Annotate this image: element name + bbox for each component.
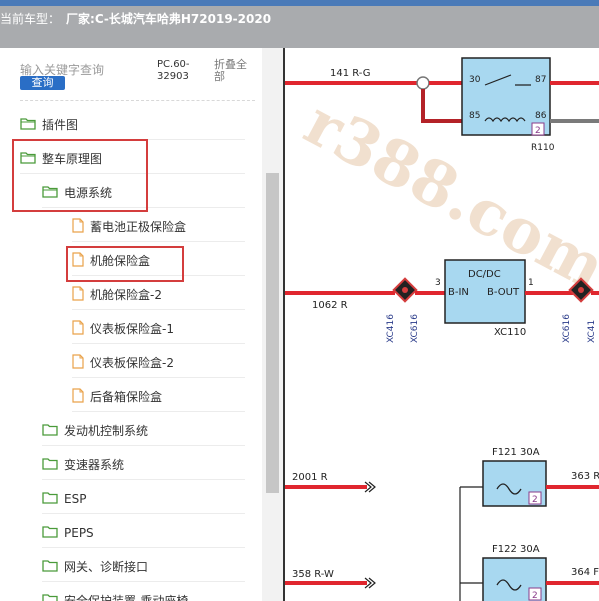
scroll-thumb[interactable]	[266, 173, 279, 493]
tree-item-peps[interactable]: PEPS	[42, 518, 245, 548]
tree-item-engine-control[interactable]: 发动机控制系统	[42, 416, 245, 446]
tree-item-label: ESP	[64, 491, 87, 506]
folder-open-icon	[20, 117, 36, 133]
tree-item-label: 插件图	[42, 118, 79, 132]
tree-item-power-system[interactable]: 电源系统	[42, 178, 245, 208]
relay-pin-85: 85	[469, 111, 480, 121]
query-button[interactable]: 查询	[20, 76, 65, 90]
tree-item-label: 安全保护装置-乘动座椅	[64, 594, 189, 601]
tree-item-battery-fuse-box[interactable]: 蓄电池正极保险盒	[72, 212, 245, 242]
relay-name: R110	[531, 143, 555, 153]
sidebar-scrollbar[interactable]	[262, 48, 283, 601]
tree-item-plugin[interactable]: 插件图	[20, 110, 245, 140]
wire-f1-in-label: 2001 R	[292, 472, 328, 483]
wire-f2-out-label: 364 F	[571, 567, 599, 578]
file-icon	[72, 285, 84, 304]
fuse2-badge-text: 2	[532, 591, 538, 601]
tree-item-label: 仪表板保险盒-2	[90, 356, 174, 370]
file-icon	[72, 251, 84, 270]
tree-item-label: 机舱保险盒	[90, 254, 151, 268]
relay-badge-text: 2	[535, 126, 541, 136]
fuse1-label: F121 30A	[492, 447, 540, 458]
wire-relay-85	[421, 89, 463, 123]
folder-icon	[42, 525, 58, 541]
folder-icon	[42, 593, 58, 601]
window-strip	[0, 0, 599, 6]
dcdc-pin-out: 1	[528, 278, 534, 288]
tree-item-safety[interactable]: 安全保护装置-乘动座椅	[42, 586, 245, 601]
connector-right-dot	[578, 287, 584, 293]
wiring-diagram: r388.com 141 R-G 30 87 85 86 2 R110 1062…	[285, 57, 599, 601]
tree-item-label: 仪表板保险盒-1	[90, 322, 174, 336]
search-divider	[20, 100, 255, 101]
relay-pin-87: 87	[535, 75, 546, 85]
pc-label: PC.60-32903	[157, 59, 190, 82]
dcdc-title: DC/DC	[468, 269, 501, 280]
file-icon	[72, 387, 84, 406]
tree-item-label: 整车原理图	[42, 152, 103, 166]
tree-item-full-schematic[interactable]: 整车原理图	[20, 144, 245, 174]
folder-icon	[42, 491, 58, 507]
folder-open-icon	[20, 151, 36, 167]
file-icon	[72, 217, 84, 236]
tree-item-label: 电源系统	[64, 186, 113, 200]
tree-item-dash-fuse-box-1[interactable]: 仪表板保险盒-1	[72, 314, 245, 344]
tree-item-gateway[interactable]: 网关、诊断接口	[42, 552, 245, 582]
folder-icon	[42, 457, 58, 473]
dcdc-in: B-IN	[448, 287, 469, 298]
wire-f1-out-label: 363 R	[571, 471, 599, 482]
tree-item-label: 变速器系统	[64, 458, 125, 472]
conn-right-a: XC616	[562, 314, 572, 343]
fuse1-badge-text: 2	[532, 495, 538, 505]
conn-left-b: XC616	[410, 314, 420, 343]
folder-icon	[42, 423, 58, 439]
relay-pin-30: 30	[469, 75, 481, 85]
folder-open-icon	[42, 185, 58, 201]
tree-item-label: 网关、诊断接口	[64, 560, 149, 574]
vehicle-label: 当前车型：	[0, 12, 61, 26]
dcdc-pin-in: 3	[435, 278, 441, 288]
vehicle-title: 当前车型： 厂家:C-长城汽车哈弗H72019-2020	[0, 10, 271, 27]
tree-item-esp[interactable]: ESP	[42, 484, 245, 514]
dcdc-name: XC110	[494, 327, 526, 338]
tree-item-engine-fuse-box-2[interactable]: 机舱保险盒-2	[72, 280, 245, 310]
tree-item-label: PEPS	[64, 525, 94, 540]
tree-item-label: 发动机控制系统	[64, 424, 149, 438]
diagram-view[interactable]: r388.com 141 R-G 30 87 85 86 2 R110 1062…	[285, 48, 599, 601]
relay-pin-86: 86	[535, 111, 547, 121]
wire-mid-label: 1062 R	[312, 300, 348, 311]
wire-top-label: 141 R-G	[330, 68, 371, 79]
tree-item-label: 机舱保险盒-2	[90, 288, 162, 302]
tree-item-transmission[interactable]: 变速器系统	[42, 450, 245, 480]
sidebar: 输入关键字查询 查询 PC.60-32903 折叠全部 插件图 整车原理图 电源…	[0, 48, 283, 601]
fold-all-button[interactable]: 折叠全部	[214, 59, 254, 83]
wire-f2-in-label: 358 R-W	[292, 569, 334, 580]
search-row: 输入关键字查询 查询 PC.60-32903 折叠全部	[0, 48, 283, 98]
fuse2-label: F122 30A	[492, 544, 540, 555]
tree-item-trunk-fuse-box[interactable]: 后备箱保险盒	[72, 382, 245, 412]
folder-icon	[42, 559, 58, 575]
junction-dot	[416, 76, 430, 90]
dcdc-out: B-OUT	[487, 287, 520, 298]
tree-item-engine-fuse-box[interactable]: 机舱保险盒	[72, 246, 245, 276]
conn-left-a: XC416	[386, 314, 396, 343]
file-icon	[72, 353, 84, 372]
tree-item-label: 后备箱保险盒	[90, 390, 163, 404]
connector-left-dot	[402, 287, 408, 293]
conn-right-b: XC41	[587, 320, 597, 343]
file-icon	[72, 319, 84, 338]
title-bar: 当前车型： 厂家:C-长城汽车哈弗H72019-2020	[0, 0, 599, 48]
manufacturer-text: 厂家:C-长城汽车哈弗H72019-2020	[66, 12, 272, 26]
tree-item-dash-fuse-box-2[interactable]: 仪表板保险盒-2	[72, 348, 245, 378]
tree-item-label: 蓄电池正极保险盒	[90, 220, 187, 234]
